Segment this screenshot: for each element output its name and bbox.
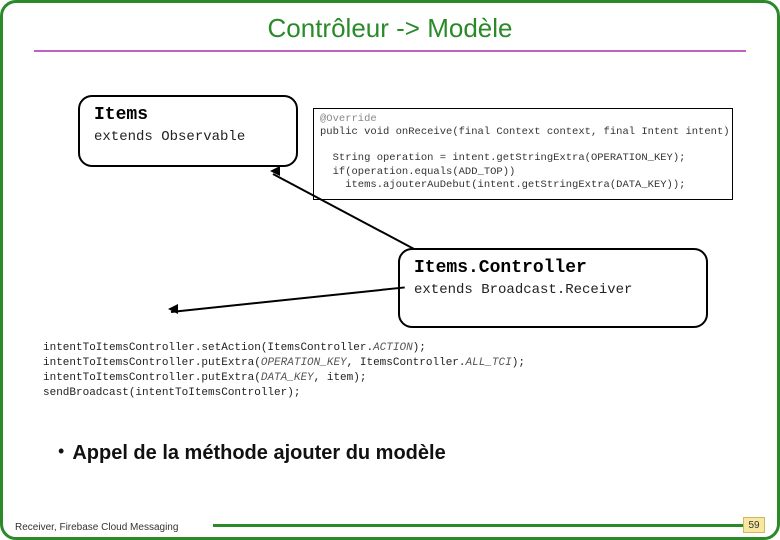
slide-frame: Contrôleur -> Modèle Items extends Obser… [0, 0, 780, 540]
controller-box: Items.Controller extends Broadcast.Recei… [398, 248, 708, 328]
override-code-box: @Override public void onReceive(final Co… [313, 108, 733, 200]
bullet-text: Appel de la méthode ajouter du modèle [72, 442, 445, 464]
bullet-point: • Appel de la méthode ajouter du modèle [58, 441, 446, 465]
code-line: @Override [320, 113, 377, 125]
arrow-code-to-controller [171, 286, 405, 313]
code-line: items.ajouterAuDebut(intent.getStringExt… [320, 179, 685, 191]
page-number: 59 [743, 517, 765, 533]
controller-box-subtitle: extends Broadcast.Receiver [414, 282, 692, 298]
code-line: intentToItemsController.putExtra(OPERATI… [43, 356, 525, 371]
code-line: public void onReceive(final Context cont… [320, 126, 733, 138]
arrowhead-icon [265, 166, 280, 176]
items-box-title: Items [94, 105, 282, 125]
footer-bar [213, 524, 763, 527]
code-line: String operation = intent.getStringExtra… [320, 152, 685, 164]
controller-box-title: Items.Controller [414, 258, 692, 278]
title-underline [34, 50, 746, 52]
code-line: if(operation.equals(ADD_TOP)) [320, 166, 515, 178]
items-box-subtitle: extends Observable [94, 129, 282, 145]
invoke-code-block: intentToItemsController.setAction(ItemsC… [43, 341, 525, 400]
code-line: intentToItemsController.setAction(ItemsC… [43, 341, 525, 356]
slide-title: Contrôleur -> Modèle [3, 3, 777, 50]
code-line: sendBroadcast(intentToItemsController); [43, 386, 525, 401]
arrowhead-icon [163, 304, 178, 314]
footer-label: Receiver, Firebase Cloud Messaging [15, 522, 178, 533]
code-line: intentToItemsController.putExtra(DATA_KE… [43, 371, 525, 386]
items-box: Items extends Observable [78, 95, 298, 167]
footer: Receiver, Firebase Cloud Messaging 59 [3, 511, 777, 537]
bullet-dot-icon: • [58, 441, 64, 461]
